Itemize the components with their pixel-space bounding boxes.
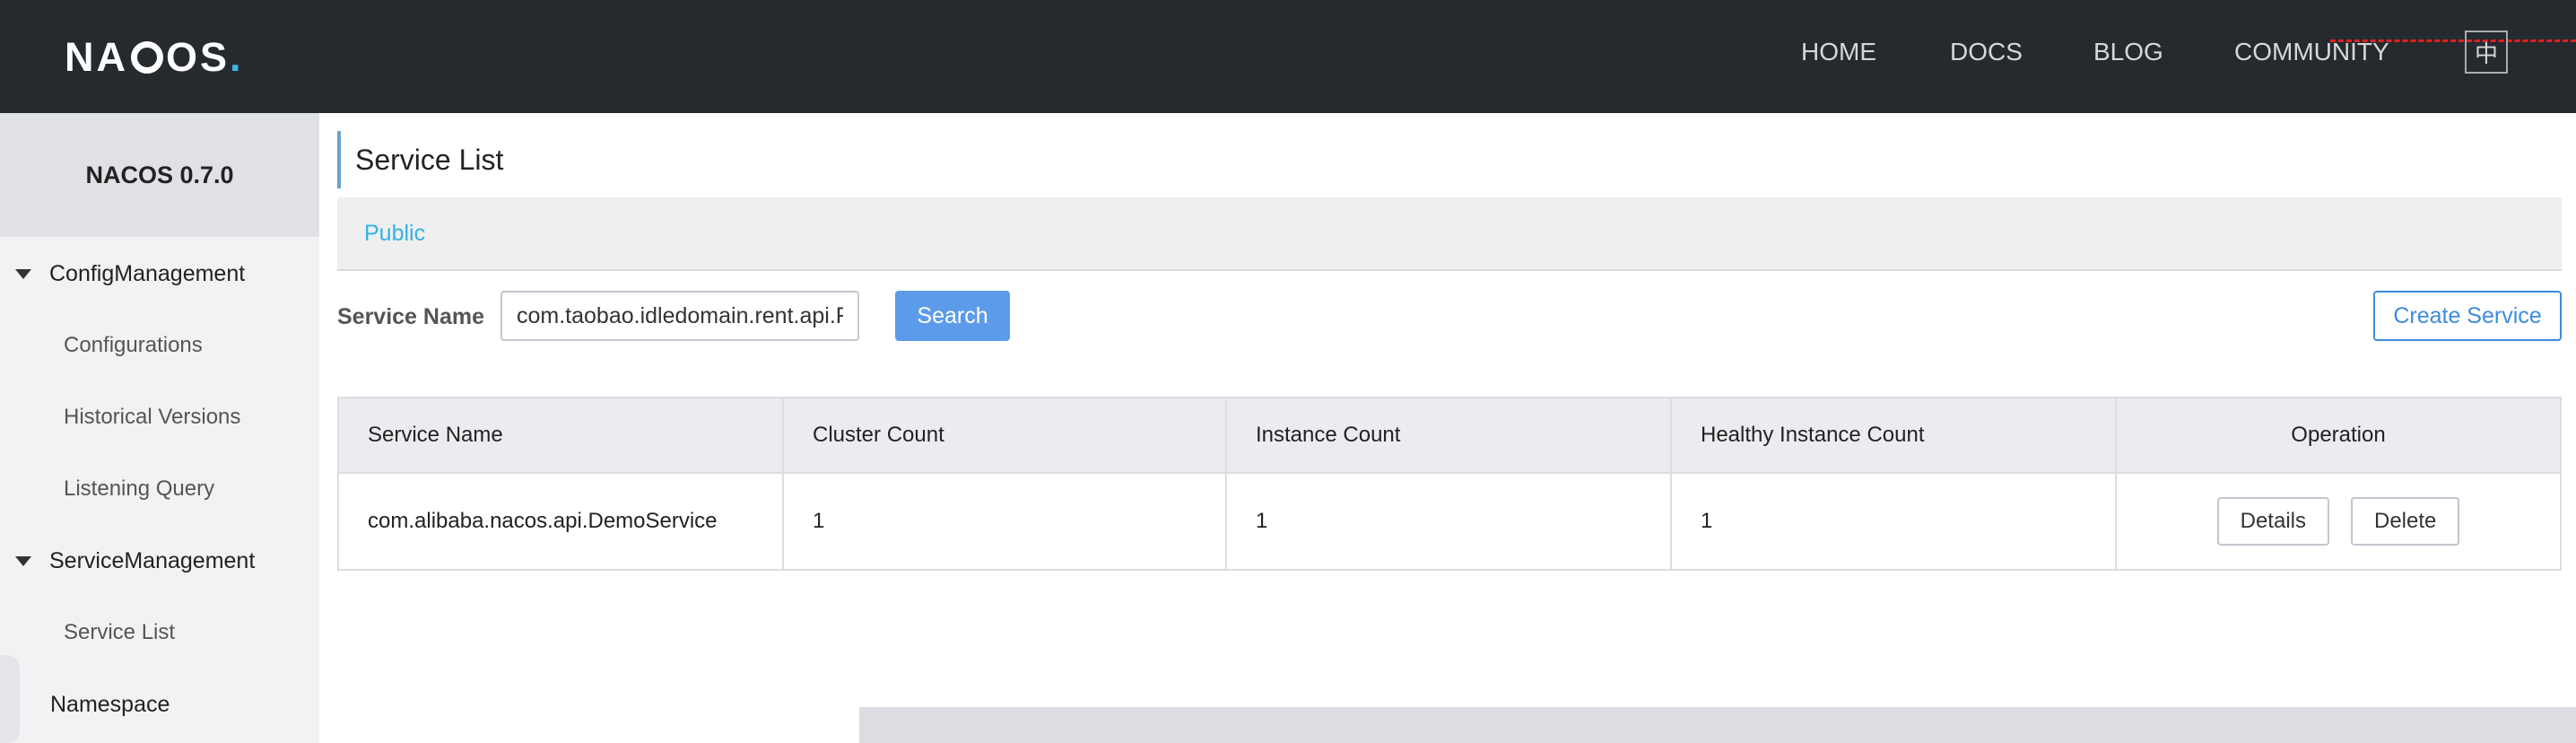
- logo-ring-icon: [131, 41, 163, 74]
- column-header-service-name: Service Name: [339, 398, 784, 472]
- service-name-search-input[interactable]: [500, 291, 859, 341]
- cell-operation: Details Delete: [2117, 474, 2560, 569]
- sidebar: NACOS 0.7.0 ConfigManagement Configurati…: [0, 113, 319, 743]
- sidebar-group-config-management[interactable]: ConfigManagement: [0, 247, 319, 301]
- delete-button[interactable]: Delete: [2350, 497, 2460, 546]
- nav-docs-link[interactable]: DOCS: [1950, 0, 2023, 104]
- nav-blog-link[interactable]: BLOG: [2093, 0, 2163, 104]
- nav-community-link[interactable]: COMMUNITY: [2234, 0, 2389, 104]
- cell-cluster-count: 1: [784, 474, 1227, 569]
- top-navbar: NA OS. HOME DOCS BLOG COMMUNITY 中: [0, 0, 2576, 113]
- logo-text-prefix: NA: [65, 34, 128, 80]
- caret-down-icon: [15, 268, 31, 279]
- search-form: Service Name Search Create Service: [337, 289, 2562, 345]
- sidebar-group-label: ConfigManagement: [49, 260, 246, 286]
- sidebar-group-service-management[interactable]: ServiceManagement: [0, 534, 319, 588]
- create-service-button[interactable]: Create Service: [2373, 291, 2562, 341]
- caret-down-icon: [15, 555, 31, 566]
- cell-instance-count: 1: [1227, 474, 1672, 569]
- sidebar-item-historical-versions[interactable]: Historical Versions: [64, 390, 240, 444]
- column-header-healthy-instance-count: Healthy Instance Count: [1672, 398, 2117, 472]
- cell-service-name: com.alibaba.nacos.api.DemoService: [339, 474, 784, 569]
- nav-home-link[interactable]: HOME: [1801, 0, 1876, 104]
- table-header-row: Service Name Cluster Count Instance Coun…: [339, 398, 2560, 474]
- service-name-label: Service Name: [337, 303, 485, 329]
- sidebar-collapse-handle[interactable]: [0, 655, 20, 743]
- namespace-bar: Public: [337, 197, 2562, 271]
- nacos-logo[interactable]: NA OS.: [65, 22, 244, 93]
- column-header-cluster-count: Cluster Count: [784, 398, 1227, 472]
- details-button[interactable]: Details: [2216, 497, 2329, 546]
- table-row: com.alibaba.nacos.api.DemoService 1 1 1 …: [339, 474, 2560, 569]
- page-title: Service List: [337, 131, 503, 188]
- logo-dot: .: [230, 34, 244, 80]
- sidebar-item-service-list[interactable]: Service List: [64, 606, 175, 660]
- cell-healthy-instance-count: 1: [1672, 474, 2117, 569]
- sidebar-item-listening-query[interactable]: Listening Query: [64, 462, 214, 516]
- namespace-link-public[interactable]: Public: [364, 221, 425, 247]
- column-header-instance-count: Instance Count: [1227, 398, 1672, 472]
- language-toggle-button[interactable]: 中: [2465, 31, 2508, 74]
- sidebar-group-label: ServiceManagement: [49, 547, 256, 573]
- bottom-overlay-bar: [859, 707, 2576, 743]
- sidebar-item-namespace[interactable]: Namespace: [50, 677, 170, 731]
- service-table: Service Name Cluster Count Instance Coun…: [337, 397, 2562, 571]
- column-header-operation: Operation: [2291, 423, 2386, 447]
- search-button[interactable]: Search: [895, 291, 1010, 341]
- sidebar-item-configurations[interactable]: Configurations: [64, 319, 203, 372]
- annotation-dashed-line: [2330, 39, 2576, 42]
- logo-text-suffix: OS: [166, 34, 231, 80]
- sidebar-version-title: NACOS 0.7.0: [0, 113, 319, 237]
